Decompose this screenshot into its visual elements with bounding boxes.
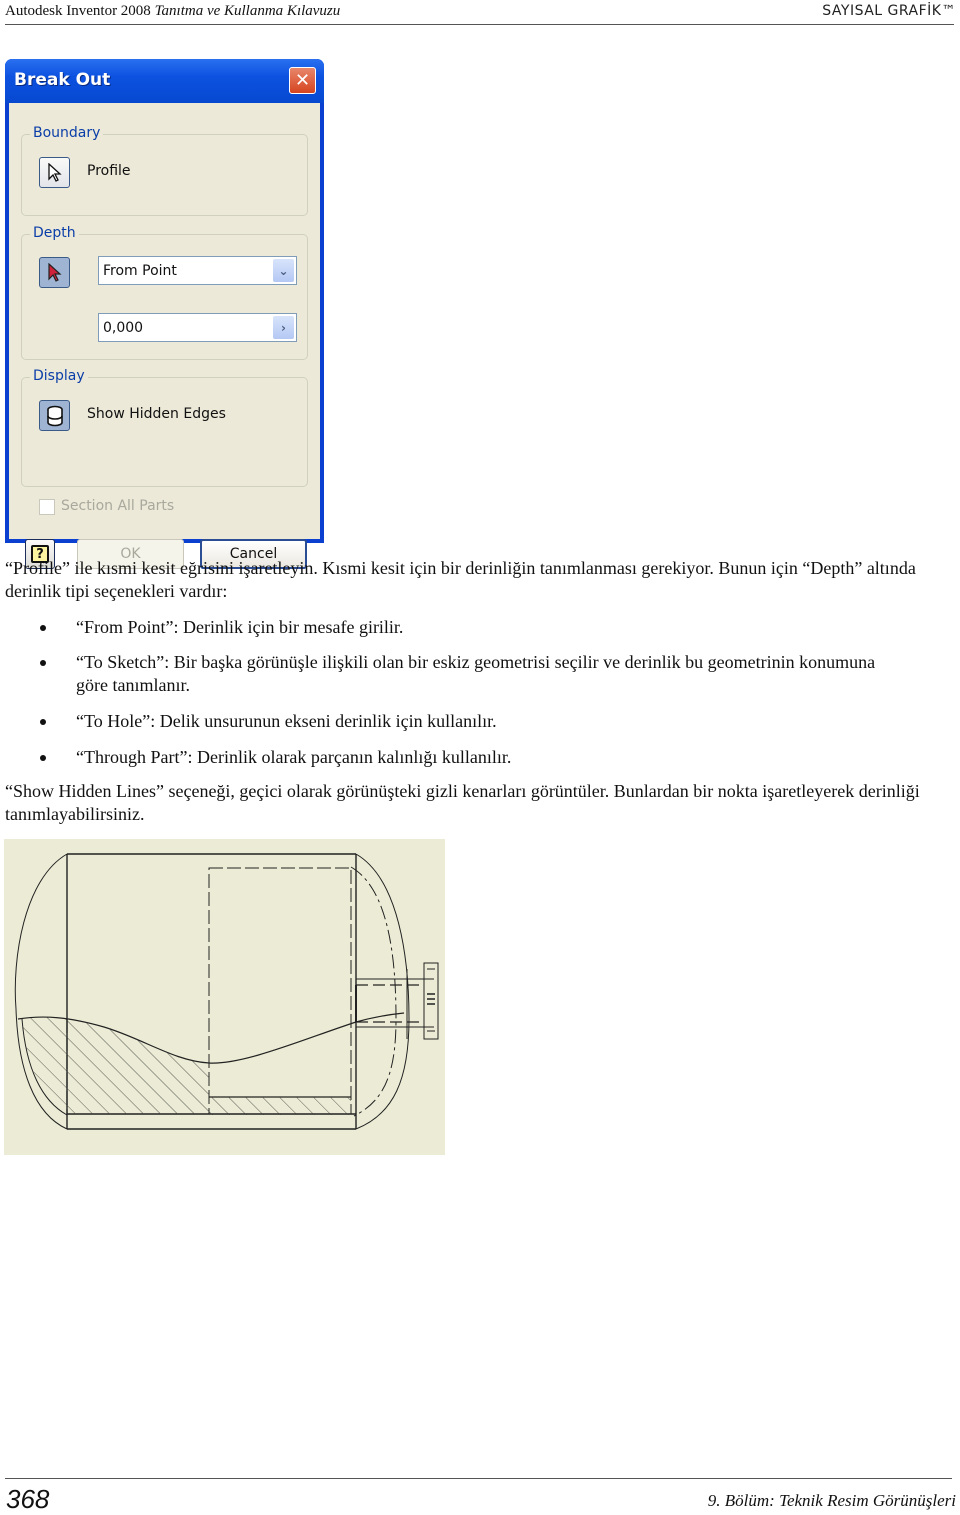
select-arrow-icon [47, 162, 62, 182]
show-hidden-edges-label: Show Hidden Edges [87, 406, 226, 422]
list-item-text: “From Point”: Derinlik için bir mesafe g… [76, 617, 404, 637]
depth-select-button[interactable] [39, 257, 70, 288]
close-button[interactable]: ✕ [289, 67, 316, 94]
bullet-icon [40, 755, 46, 761]
shelf-hatch [209, 1097, 351, 1115]
section-all-parts-label: Section All Parts [61, 498, 175, 514]
outro-paragraph: “Show Hidden Lines” seçeneği, geçici ola… [5, 781, 920, 824]
bullet-icon [40, 660, 46, 666]
chevron-down-icon[interactable]: ⌄ [273, 259, 294, 282]
intro-paragraph: “Profile” ile kısmi kesit eğrisini işare… [5, 558, 916, 601]
break-out-section-drawing [4, 839, 445, 1155]
chevron-right-icon[interactable]: › [273, 316, 294, 339]
depth-type-value: From Point [103, 263, 177, 279]
depth-group: Depth From Point ⌄ 0,000 › [21, 225, 308, 360]
depth-distance-value[interactable]: 0,000 [103, 320, 143, 336]
depth-type-dropdown[interactable]: From Point ⌄ [98, 256, 297, 285]
show-hidden-edges-button[interactable] [39, 400, 70, 431]
boundary-group: Boundary Profile [21, 125, 308, 216]
dialog-title-bar[interactable]: Break Out ✕ [5, 59, 324, 103]
inner-right-arc [350, 866, 397, 1117]
chapter-title: 9. Bölüm: Teknik Resim Görünüşleri [707, 1491, 956, 1510]
depth-distance-input[interactable]: 0,000 › [98, 313, 297, 342]
dialog-body: Boundary Profile Depth From Point ⌄ 0,00… [9, 103, 320, 569]
publisher-name: SAYISAL GRAFİK™ [822, 3, 956, 19]
footer-rule [5, 1478, 952, 1479]
section-all-parts-checkbox[interactable] [39, 499, 55, 515]
dialog-title: Break Out [14, 70, 111, 90]
page-number: 368 [6, 1484, 50, 1514]
boundary-group-label: Boundary [30, 125, 104, 141]
bullet-icon [40, 625, 46, 631]
outer-right-arc [355, 853, 410, 1130]
close-icon: ✕ [294, 70, 311, 91]
select-arrow-red-icon [47, 262, 62, 282]
hidden-inner-box [208, 867, 352, 1115]
display-group: Display Show Hidden Edges [21, 368, 308, 487]
depth-group-label: Depth [30, 225, 79, 241]
break-out-dialog: Break Out ✕ Boundary Profile Depth From … [5, 59, 324, 569]
book-subtitle: Tanıtma ve Kullanma Kılavuzu [154, 3, 341, 19]
section-hatch [22, 1017, 209, 1114]
drawing-svg [14, 853, 439, 1130]
list-item-text: “To Sketch”: Bir başka görünüşle ilişkil… [76, 652, 876, 695]
list-item-text: “To Hole”: Delik unsurunun ekseni derinl… [76, 711, 497, 731]
bullet-icon [40, 719, 46, 725]
list-item-text: “Through Part”: Derinlik olarak parçanın… [76, 747, 512, 767]
header-rule [5, 24, 954, 25]
profile-label: Profile [87, 163, 131, 179]
profile-select-button[interactable] [39, 157, 70, 188]
display-group-label: Display [30, 368, 88, 384]
book-title: Autodesk Inventor 2008 [5, 3, 155, 19]
cylinder-icon [46, 405, 63, 426]
valve-knob [423, 962, 439, 1040]
running-header-title: Autodesk Inventor 2008 Tanıtma ve Kullan… [5, 3, 340, 20]
